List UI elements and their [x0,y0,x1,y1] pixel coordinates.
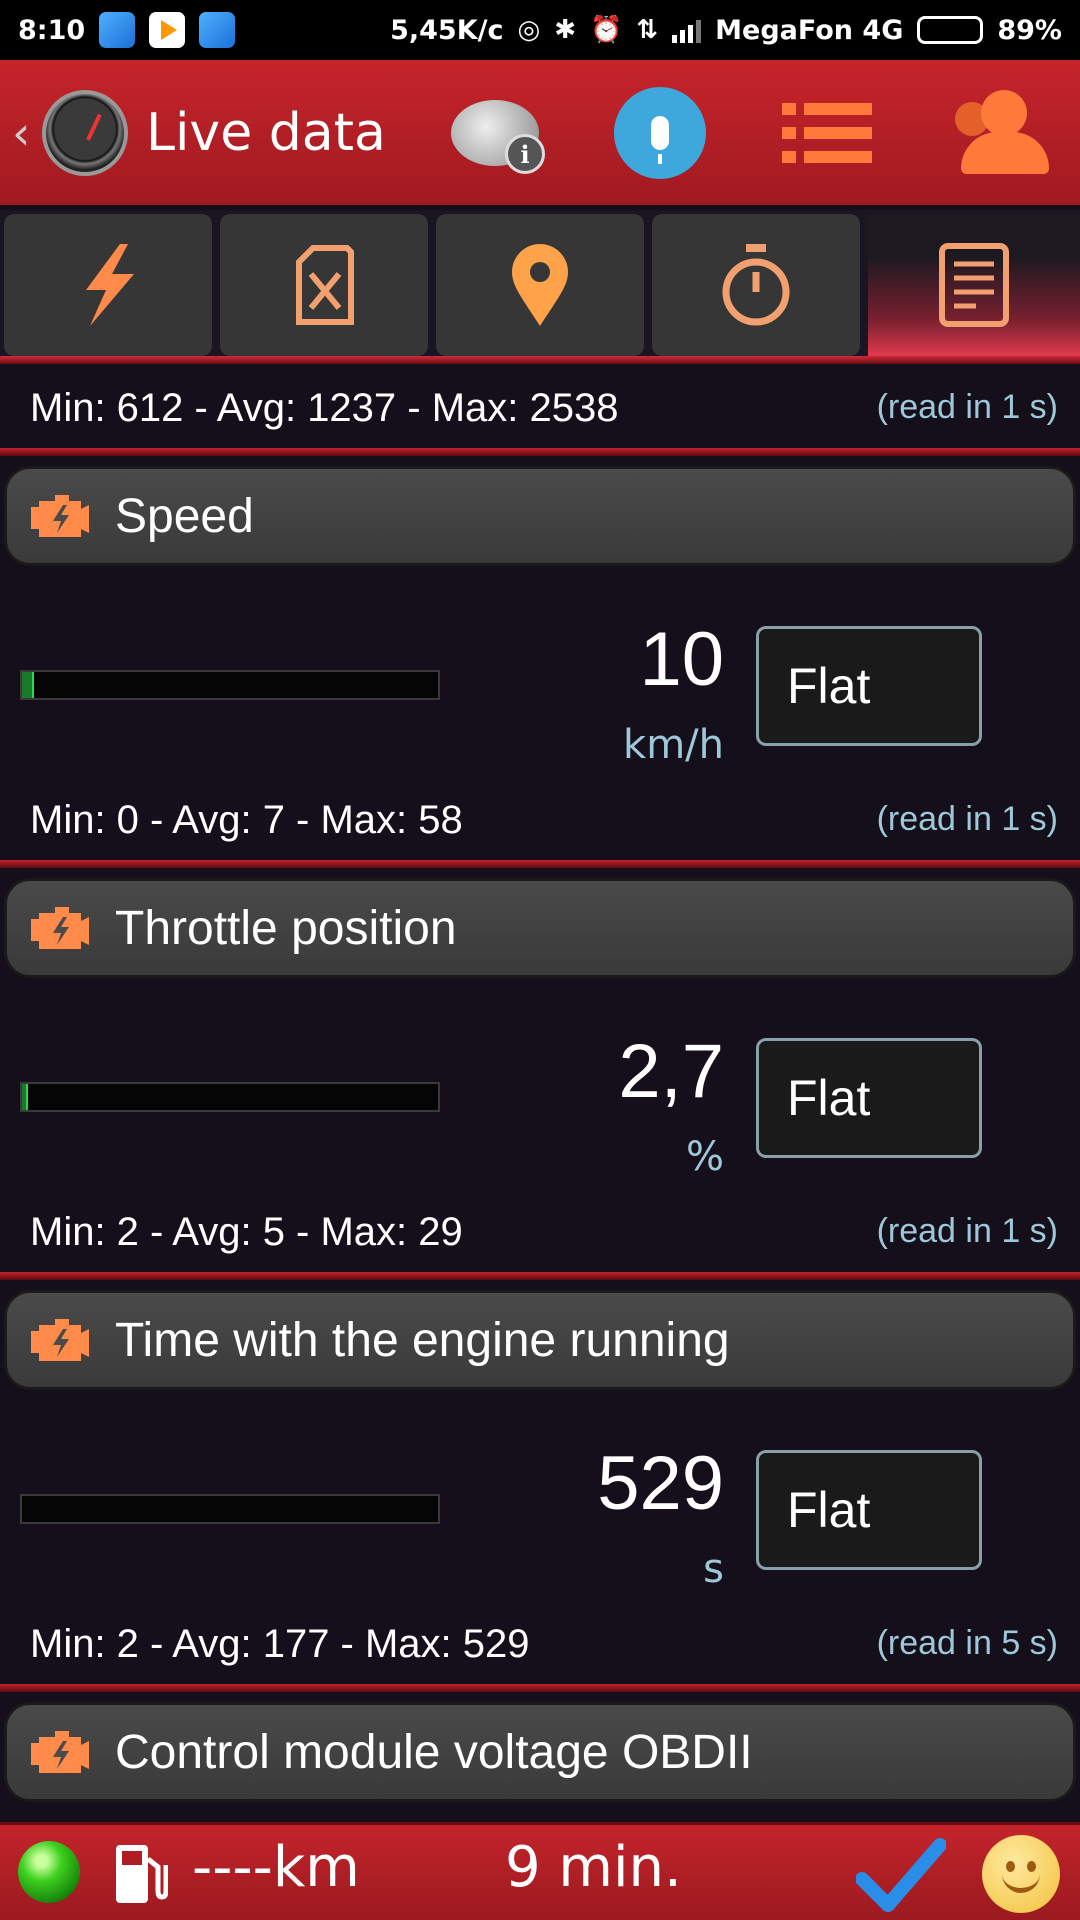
back-chevron-icon[interactable]: ‹ [12,106,36,160]
alarm-icon: ⏰ [589,15,623,45]
trip-duration: 9 min. [505,1835,682,1900]
separator [0,448,1080,456]
stats-row: Min: 2 - Avg: 5 - Max: 29 (read in 1 s) [0,1204,1080,1264]
engine-icon [31,907,89,949]
smiley-icon[interactable] [982,1835,1060,1913]
signal-icon [672,17,702,43]
car-app-notification-icon [99,12,136,48]
stats-row: Min: 0 - Avg: 7 - Max: 58 (read in 1 s) [0,792,1080,852]
users-icon [945,88,1049,178]
engine-icon [31,1731,89,1773]
gauge-logo-icon[interactable] [42,89,128,176]
read-interval: (read in 1 s) [876,800,1058,838]
stats-minmax: Min: 2 - Avg: 5 - Max: 29 [30,1210,463,1254]
sensor-unit: % [685,1134,724,1180]
lightning-icon [86,244,134,326]
sensor-header-throttle[interactable]: Throttle position [4,878,1076,978]
read-interval: (read in 1 s) [876,1212,1058,1250]
data-transfer-icon: ⇅ [636,15,659,45]
list-menu-icon [782,103,872,163]
status-time: 8:10 [18,14,86,46]
app-header: ‹ Live data i [0,60,1080,205]
menu-list-button[interactable] [772,78,882,188]
engine-icon [31,1319,89,1361]
sensor-unit: s [703,1546,724,1592]
tab-live-data[interactable] [868,214,1080,356]
sensor-level-bar [20,1082,440,1112]
stats-minmax: Min: 612 - Avg: 1237 - Max: 2538 [30,386,619,430]
sensor-header-voltage[interactable]: Control module voltage OBDII [4,1702,1076,1802]
checkmark-icon[interactable] [856,1835,946,1915]
tab-location[interactable] [436,214,644,356]
info-chat-button[interactable]: i [440,78,550,188]
sensor-level-bar [20,1494,440,1524]
sensor-level-fill [22,672,35,698]
engine-icon [31,495,89,537]
hotspot-icon: ◎ [517,15,541,45]
sensor-level-fill [22,1084,29,1110]
sensor-header-speed[interactable]: Speed [4,466,1076,566]
display-mode-button[interactable]: Flat [756,1038,982,1158]
sensor-value: 529 [597,1441,724,1526]
separator [0,1684,1080,1692]
play-music-notification-icon [149,12,186,48]
voice-button[interactable] [605,78,715,188]
stats-minmax: Min: 2 - Avg: 177 - Max: 529 [30,1622,530,1666]
sensor-name: Control module voltage OBDII [115,1725,753,1779]
stopwatch-icon [722,244,790,326]
display-mode-button[interactable]: Flat [756,1450,982,1570]
sensor-header-engine-time[interactable]: Time with the engine running [4,1290,1076,1390]
read-interval: (read in 5 s) [876,1624,1058,1662]
connection-led-icon[interactable] [18,1841,80,1903]
profiles-button[interactable] [940,78,1050,188]
read-interval: (read in 1 s) [876,388,1058,426]
document-icon [939,243,1009,327]
separator [0,860,1080,868]
stats-row: Min: 2 - Avg: 177 - Max: 529 (read in 5 … [0,1616,1080,1676]
sensor-name: Time with the engine running [115,1313,730,1367]
sensor-level-bar [20,670,440,700]
battery-percent: 89% [997,14,1062,46]
sensor-value: 10 [639,617,724,702]
sensor-name: Speed [115,489,254,543]
info-chat-icon: i [451,100,545,174]
fuel-can-icon [296,245,354,325]
separator [0,1272,1080,1280]
bottom-status-bar: ----km 9 min. [0,1822,1080,1920]
tab-bar [0,210,1080,364]
tab-timer[interactable] [652,214,860,356]
battery-icon [917,16,984,44]
microphone-icon [614,87,706,179]
carrier-label: MegaFon 4G [715,14,904,46]
stats-minmax: Min: 0 - Avg: 7 - Max: 58 [30,798,463,842]
stats-row: Min: 612 - Avg: 1237 - Max: 2538 (read i… [0,380,1080,440]
tab-underline [0,356,1080,364]
sensor-unit: km/h [623,722,724,768]
range-distance: ----km [192,1835,360,1900]
status-bar: 8:10 5,45K/c ◎ ✱ ⏰ ⇅ MegaFon 4G 89% [0,0,1080,60]
net-speed: 5,45K/c [390,14,504,46]
car-app-notification-icon [199,12,236,48]
location-pin-icon [512,244,568,326]
bluetooth-icon: ✱ [554,15,576,45]
sensor-value: 2,7 [618,1029,724,1114]
sensor-name: Throttle position [115,901,457,955]
display-mode-button[interactable]: Flat [756,626,982,746]
tab-fuel[interactable] [220,214,428,356]
tab-performance[interactable] [4,214,212,356]
page-title: Live data [146,102,386,163]
fuel-pump-icon[interactable] [112,1839,168,1907]
